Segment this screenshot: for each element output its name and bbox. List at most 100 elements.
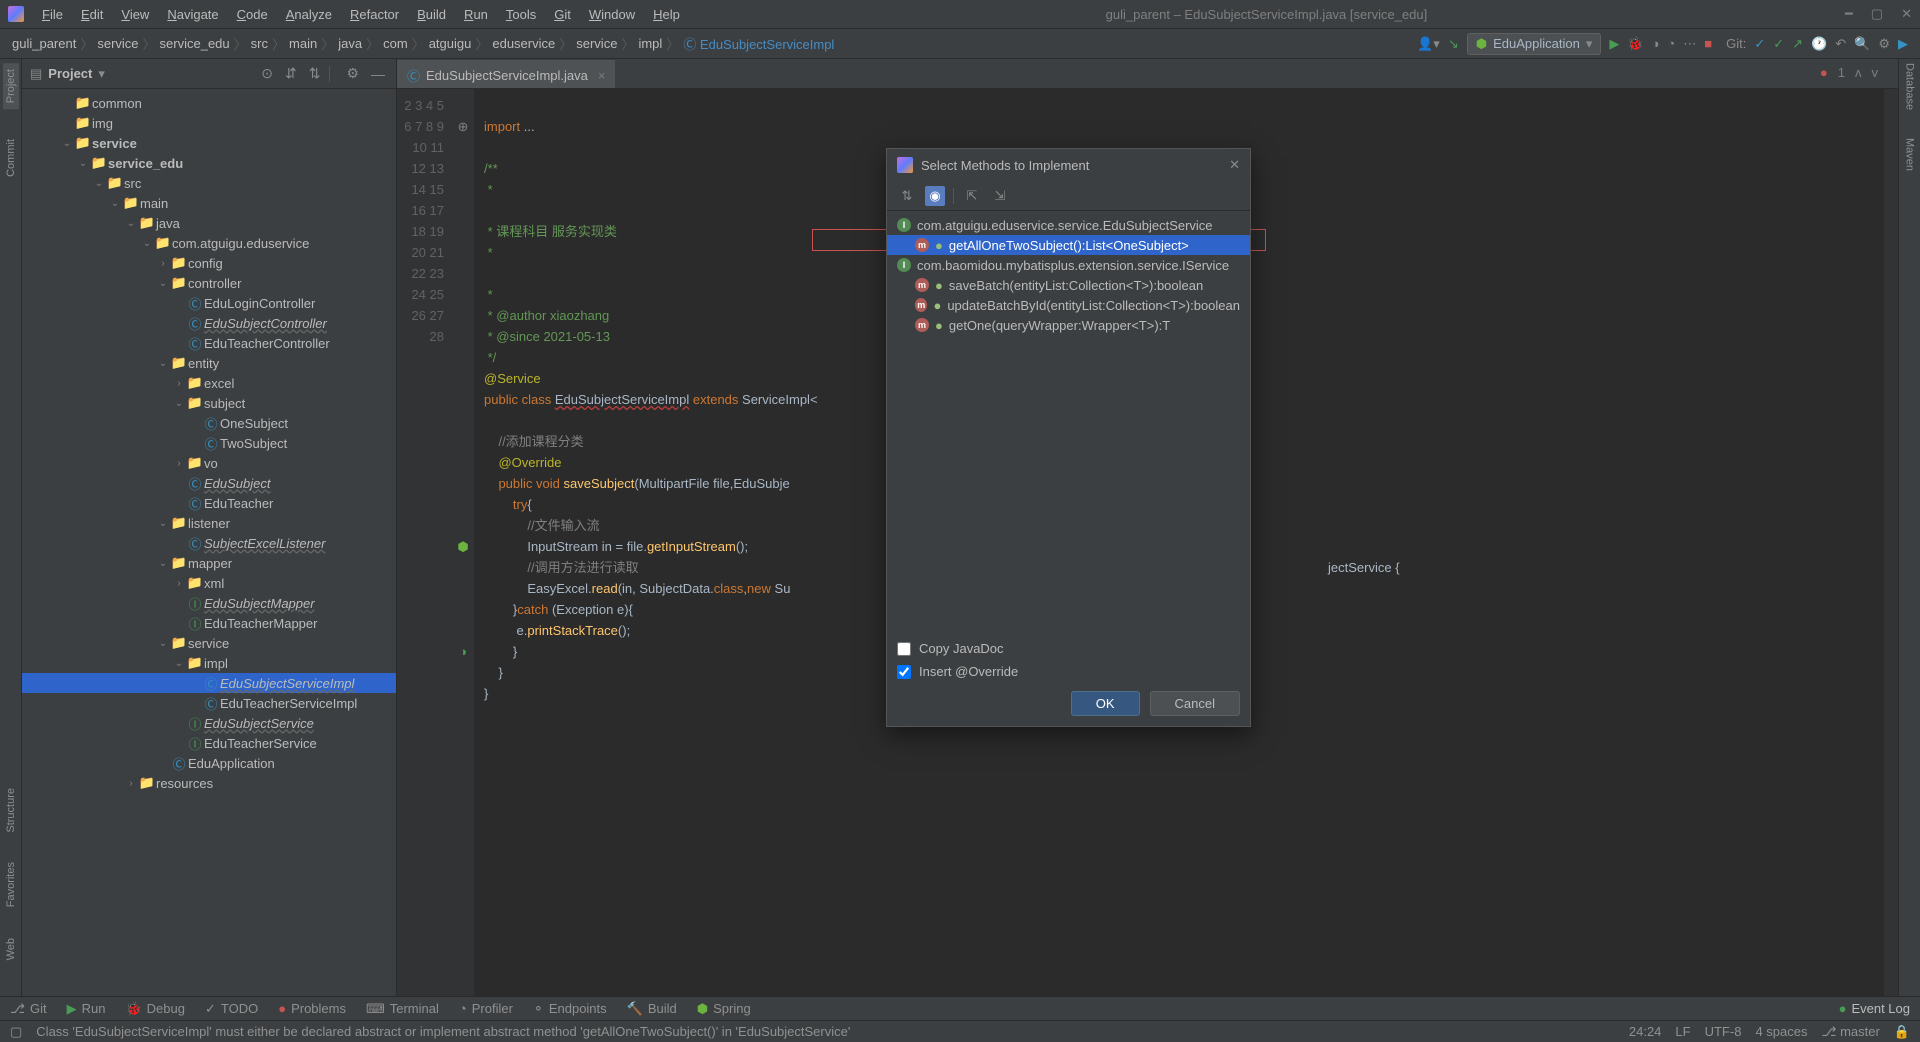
- tree-row[interactable]: ›📁xml: [22, 573, 396, 593]
- hide-icon[interactable]: —: [368, 66, 388, 82]
- attach-icon[interactable]: ⋯: [1683, 36, 1696, 52]
- search-icon[interactable]: 🔍: [1854, 36, 1870, 52]
- insert-override-checkbox[interactable]: Insert @Override: [897, 664, 1240, 679]
- run-configuration-selector[interactable]: ⬢ EduApplication ▾: [1467, 33, 1602, 55]
- chevron-down-icon[interactable]: ⌄: [140, 238, 154, 249]
- tool-run[interactable]: ▶Run: [67, 1001, 106, 1017]
- tree-row[interactable]: ⒸOneSubject: [22, 413, 396, 433]
- debug-icon[interactable]: 🐞: [1627, 36, 1643, 52]
- settings-gear-icon[interactable]: ⚙: [343, 65, 362, 82]
- git-update-icon[interactable]: ✓: [1754, 36, 1765, 52]
- menu-run[interactable]: Run: [456, 4, 496, 25]
- menu-code[interactable]: Code: [229, 4, 276, 25]
- breadcrumb-item[interactable]: src: [251, 36, 268, 51]
- menu-tools[interactable]: Tools: [498, 4, 544, 25]
- menu-window[interactable]: Window: [581, 4, 643, 25]
- plugin-icon[interactable]: ▶: [1898, 36, 1908, 52]
- menu-build[interactable]: Build: [409, 4, 454, 25]
- breadcrumb-item[interactable]: atguigu: [429, 36, 472, 51]
- tree-row[interactable]: ⌄📁src: [22, 173, 396, 193]
- git-history-icon[interactable]: 🕐: [1811, 36, 1827, 52]
- breadcrumb-item[interactable]: service_edu: [160, 36, 230, 51]
- git-branch[interactable]: ⎇ master: [1821, 1024, 1879, 1040]
- breadcrumb-item[interactable]: service: [576, 36, 617, 51]
- tree-row[interactable]: ⌄📁service: [22, 633, 396, 653]
- tool-structure[interactable]: Structure: [5, 788, 17, 833]
- tree-row[interactable]: ⌄📁java: [22, 213, 396, 233]
- locate-icon[interactable]: ⊙: [258, 65, 276, 82]
- breadcrumb-item[interactable]: eduservice: [492, 36, 555, 51]
- expand-icon[interactable]: ⇵: [282, 65, 300, 82]
- chevron-down-icon[interactable]: ⌄: [92, 178, 106, 189]
- file-encoding[interactable]: UTF-8: [1705, 1024, 1742, 1039]
- tree-row[interactable]: ⒸEduSubject: [22, 473, 396, 493]
- tree-row[interactable]: 📁common: [22, 93, 396, 113]
- error-stripe[interactable]: [1884, 89, 1898, 996]
- menu-view[interactable]: View: [113, 4, 157, 25]
- menu-help[interactable]: Help: [645, 4, 688, 25]
- cancel-button[interactable]: Cancel: [1150, 691, 1240, 716]
- tree-row[interactable]: ⌄📁impl: [22, 653, 396, 673]
- tree-row[interactable]: ›📁vo: [22, 453, 396, 473]
- dialog-interface-row[interactable]: I com.baomidou.mybatisplus.extension.ser…: [887, 255, 1250, 275]
- tool-project[interactable]: Project: [3, 63, 19, 109]
- tree-row[interactable]: ›📁excel: [22, 373, 396, 393]
- chevron-right-icon[interactable]: ›: [124, 778, 138, 789]
- chevron-down-icon[interactable]: ⌄: [124, 218, 138, 229]
- tree-row[interactable]: ⌄📁entity: [22, 353, 396, 373]
- lock-icon[interactable]: 🔒: [1894, 1024, 1910, 1040]
- breadcrumb-item[interactable]: main: [289, 36, 317, 51]
- line-separator[interactable]: LF: [1675, 1024, 1690, 1039]
- tool-profiler[interactable]: ◔Profiler: [459, 1001, 513, 1016]
- tool-database[interactable]: Database: [1904, 63, 1916, 110]
- maximize-icon[interactable]: ▢: [1871, 6, 1883, 22]
- filter-icon[interactable]: ◉: [925, 186, 945, 206]
- editor-tab[interactable]: Ⓒ EduSubjectServiceImpl.java ×: [397, 60, 615, 88]
- next-highlight-icon[interactable]: v: [1872, 65, 1879, 80]
- tool-maven[interactable]: Maven: [1904, 138, 1916, 171]
- dialog-method-row[interactable]: m ● updateBatchById(entityList:Collectio…: [887, 295, 1250, 315]
- breadcrumb-item[interactable]: guli_parent: [12, 36, 76, 51]
- menu-navigate[interactable]: Navigate: [159, 4, 226, 25]
- tree-row[interactable]: ⒾEduSubjectMapper: [22, 593, 396, 613]
- chevron-down-icon[interactable]: ⌄: [156, 278, 170, 289]
- tree-row[interactable]: ⌄📁listener: [22, 513, 396, 533]
- tool-spring[interactable]: ⬢Spring: [697, 1001, 751, 1017]
- menu-file[interactable]: File: [34, 4, 71, 25]
- tree-row[interactable]: ⒸEduSubjectController: [22, 313, 396, 333]
- dialog-method-row[interactable]: m ● getOne(queryWrapper:Wrapper<T>):T: [887, 315, 1250, 335]
- chevron-down-icon[interactable]: ⌄: [60, 138, 74, 149]
- checkbox-input[interactable]: [897, 665, 911, 679]
- chevron-right-icon[interactable]: ›: [172, 458, 186, 469]
- git-rollback-icon[interactable]: ↶: [1835, 36, 1846, 52]
- collapse-all-icon[interactable]: ⇲: [990, 186, 1010, 206]
- breadcrumb-item[interactable]: impl: [638, 36, 662, 51]
- chevron-down-icon[interactable]: ▾: [98, 66, 105, 82]
- breadcrumb-item[interactable]: service: [97, 36, 138, 51]
- chevron-down-icon[interactable]: ⌄: [156, 558, 170, 569]
- dialog-method-row[interactable]: m ● getAllOneTwoSubject():List<OneSubjec…: [887, 235, 1250, 255]
- dialog-method-row[interactable]: m ● saveBatch(entityList:Collection<T>):…: [887, 275, 1250, 295]
- profile-icon[interactable]: ◔: [1667, 36, 1675, 51]
- tree-row[interactable]: ⒸEduLoginController: [22, 293, 396, 313]
- menu-analyze[interactable]: Analyze: [278, 4, 340, 25]
- tree-row[interactable]: ⌄📁com.atguigu.eduservice: [22, 233, 396, 253]
- indent-info[interactable]: 4 spaces: [1755, 1024, 1807, 1039]
- dialog-method-tree[interactable]: I com.atguigu.eduservice.service.EduSubj…: [887, 211, 1250, 631]
- chevron-right-icon[interactable]: ›: [172, 378, 186, 389]
- tool-git[interactable]: ⎇Git: [10, 1001, 47, 1017]
- minimize-icon[interactable]: ━: [1845, 6, 1853, 22]
- tree-row[interactable]: ⒸEduSubjectServiceImpl: [22, 673, 396, 693]
- tree-row[interactable]: ›📁config: [22, 253, 396, 273]
- tool-terminal[interactable]: ⌨Terminal: [366, 1001, 439, 1017]
- tree-row[interactable]: ⒸEduTeacherServiceImpl: [22, 693, 396, 713]
- coverage-icon[interactable]: ◑: [1652, 36, 1660, 51]
- breadcrumb-item[interactable]: Ⓒ EduSubjectServiceImpl: [683, 34, 834, 53]
- prev-highlight-icon[interactable]: ʌ: [1855, 65, 1862, 80]
- tree-row[interactable]: ⌄📁subject: [22, 393, 396, 413]
- chevron-down-icon[interactable]: ⌄: [172, 398, 186, 409]
- hammer-icon[interactable]: ↘: [1448, 36, 1459, 52]
- git-commit-icon[interactable]: ✓: [1773, 36, 1784, 52]
- tree-row[interactable]: ⒾEduSubjectService: [22, 713, 396, 733]
- breadcrumb-item[interactable]: java: [338, 36, 362, 51]
